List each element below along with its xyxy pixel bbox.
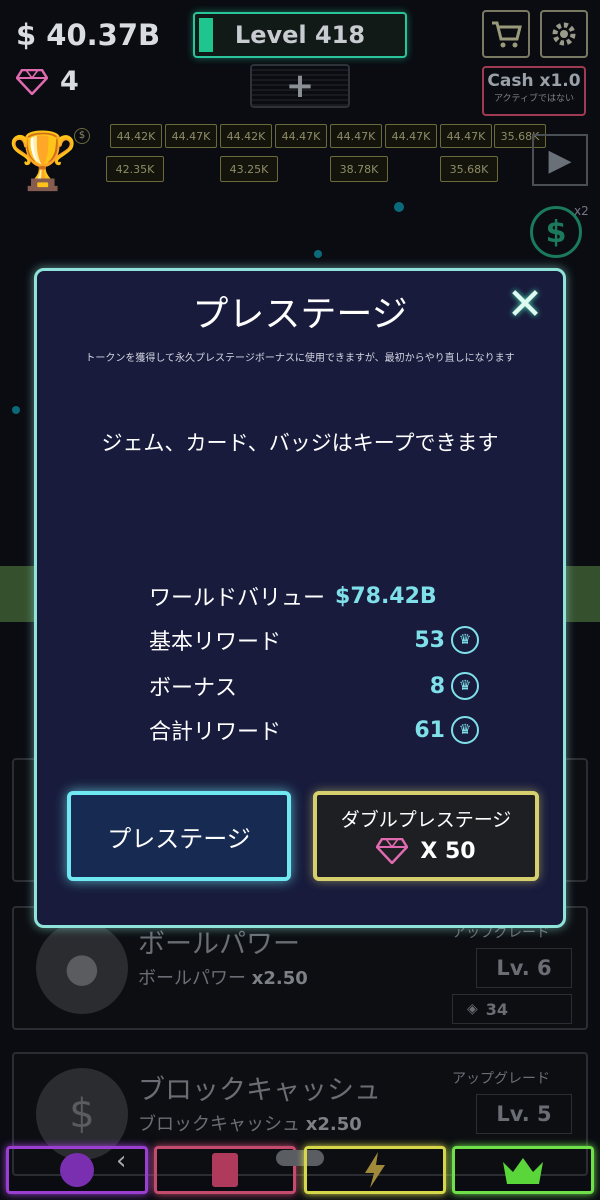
play-icon[interactable]: ▶ xyxy=(532,134,588,186)
double-prestige-button[interactable]: ダブルプレステージ X 50 xyxy=(313,791,539,881)
ball xyxy=(394,202,404,212)
stat-world-value: ワールドバリュー $78.42B xyxy=(149,581,479,612)
level-progress-fill xyxy=(199,18,213,52)
card-icon xyxy=(212,1153,238,1187)
stat-bonus: ボーナス 8 ♛ xyxy=(149,671,479,701)
prestige-token-icon: ♛ xyxy=(451,672,479,700)
nav-boosts-button[interactable] xyxy=(304,1146,446,1194)
stat-total-reward: 合計リワード 61 ♛ xyxy=(149,715,479,745)
double-prestige-cost: X 50 xyxy=(317,838,535,864)
prestige-button[interactable]: プレステージ xyxy=(67,791,291,881)
add-button[interactable]: + xyxy=(250,64,350,108)
crown-icon xyxy=(503,1158,543,1184)
card-subtitle: ブロックキャッシュ x2.50 xyxy=(138,1114,362,1135)
cash-multiplier-title: Cash x1.0 xyxy=(487,71,581,91)
close-icon[interactable]: ✕ xyxy=(503,283,547,327)
upgrade-level[interactable]: Lv. 6 xyxy=(476,948,572,988)
cash-multiplier-button[interactable]: Cash x1.0 アクティブではない xyxy=(482,66,586,116)
block-tile: 43.25K xyxy=(220,156,278,182)
ball xyxy=(314,250,322,258)
ball xyxy=(12,406,20,414)
stat-value: $78.42B xyxy=(335,583,437,609)
stat-value: 8 xyxy=(429,673,445,699)
prestige-token-icon: ♛ xyxy=(451,626,479,654)
nav-prestige-button[interactable] xyxy=(452,1146,594,1194)
stat-label: 合計リワード xyxy=(149,720,282,745)
coin-icon: $ xyxy=(74,128,90,144)
settings-button[interactable] xyxy=(540,10,588,58)
block-tile: 44.47K xyxy=(330,124,382,148)
shop-button[interactable] xyxy=(482,10,530,58)
stat-label: ワールドバリュー xyxy=(149,586,326,611)
block-tile: 38.78K xyxy=(330,156,388,182)
gem-count: 4 xyxy=(60,66,79,97)
ball-icon xyxy=(60,1153,94,1187)
gem-counter: 4 xyxy=(16,66,79,97)
boost-multiplier: x2 xyxy=(574,204,589,218)
stat-label: ボーナス xyxy=(149,676,238,701)
block-tile: 44.42K xyxy=(220,124,272,148)
stat-label: 基本リワード xyxy=(149,630,282,655)
money-display: $ 40.37B xyxy=(16,18,161,52)
upgrade-cost[interactable]: ◈ 34 xyxy=(452,994,572,1024)
keep-note: ジェム、カード、バッジはキープできます xyxy=(101,431,499,455)
block-tile: 42.35K xyxy=(106,156,164,182)
block-tile: 35.68K xyxy=(440,156,498,182)
level-bar: Level 418 xyxy=(193,12,407,58)
gear-icon xyxy=(552,22,576,46)
block-tile: 44.47K xyxy=(440,124,492,148)
level-text: Level 418 xyxy=(234,21,366,49)
stat-base-reward: 基本リワード 53 ♛ xyxy=(149,625,479,655)
gem-icon xyxy=(16,68,48,95)
nav-cards-button[interactable] xyxy=(154,1146,296,1194)
block-tile: 44.47K xyxy=(385,124,437,148)
trophy-icon[interactable]: 🏆 xyxy=(8,128,78,194)
block-tile: 44.47K xyxy=(165,124,217,148)
prestige-dialog: プレステージ ✕ トークンを獲得して永久プレステージボーナスに使用できますが、最… xyxy=(34,268,566,928)
lightning-icon xyxy=(365,1152,385,1188)
block-tile: 44.47K xyxy=(275,124,327,148)
upgrade-label: アップグレード xyxy=(452,1071,550,1087)
block-tile: 44.42K xyxy=(110,124,162,148)
stat-value: 53 xyxy=(414,627,445,653)
nav-balls-button[interactable] xyxy=(6,1146,148,1194)
cash-multiplier-status: アクティブではない xyxy=(493,94,574,104)
dialog-title: プレステージ xyxy=(192,294,408,335)
gem-chip-icon: ◈ xyxy=(467,1001,478,1017)
stat-value: 61 xyxy=(414,717,445,743)
card-subtitle: ボールパワー x2.50 xyxy=(138,968,308,989)
double-prestige-label: ダブルプレステージ xyxy=(340,809,512,831)
upgrade-level[interactable]: Lv. 5 xyxy=(476,1094,572,1134)
back-chevron-icon[interactable]: ‹ xyxy=(116,1146,126,1176)
gem-icon xyxy=(376,838,409,864)
card-title: ブロックキャッシュ xyxy=(138,1075,381,1106)
ball-power-icon: ● xyxy=(36,922,128,1014)
prestige-token-icon: ♛ xyxy=(451,716,479,744)
cart-icon xyxy=(492,21,522,48)
dialog-description: トークンを獲得して永久プレステージボーナスに使用できますが、最初からやり直しにな… xyxy=(85,353,515,364)
